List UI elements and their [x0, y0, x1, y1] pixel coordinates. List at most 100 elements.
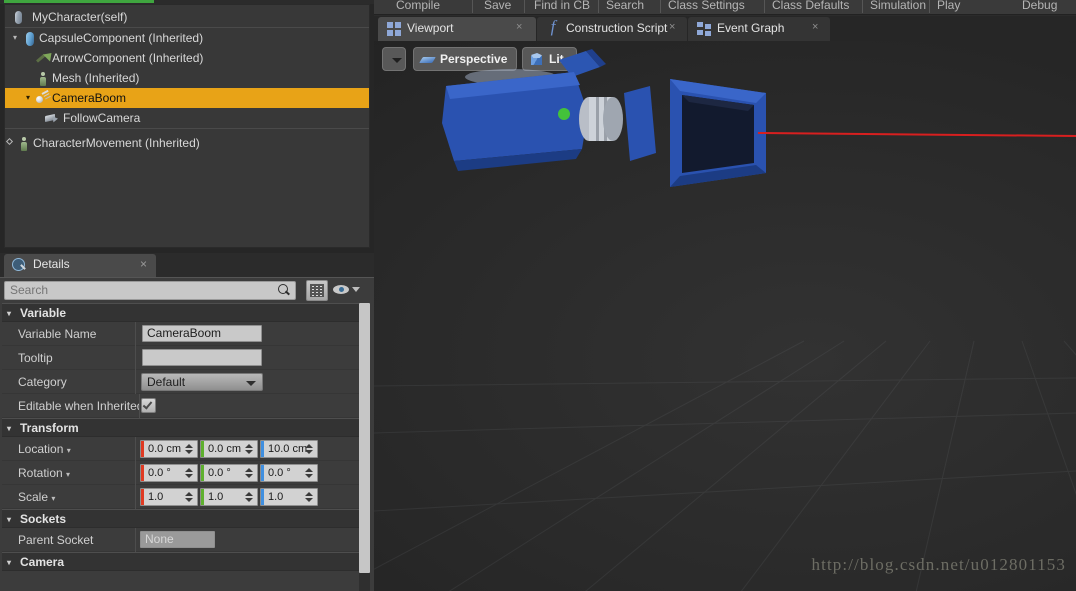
search-icon[interactable]: [278, 284, 291, 297]
spinner-icon[interactable]: [185, 444, 194, 454]
toolbar-divider: [764, 0, 765, 13]
right-panel-column: Compile Save Find in CB Search Class Set…: [374, 0, 1076, 591]
close-icon[interactable]: ×: [812, 21, 818, 33]
value: 0.0 °: [268, 467, 291, 479]
rotation-x-input[interactable]: 0.0 °: [140, 464, 198, 482]
spinner-icon[interactable]: [245, 444, 254, 454]
category-header-variable[interactable]: ▾ Variable: [2, 303, 362, 322]
property-label[interactable]: Location ▾: [18, 437, 136, 461]
axis-x-stripe: [141, 489, 144, 505]
toolbar-button-compile[interactable]: Compile: [396, 0, 440, 14]
chevron-down-icon[interactable]: [352, 287, 360, 292]
axis-y-stripe: [201, 441, 204, 457]
close-icon[interactable]: ×: [669, 21, 675, 33]
search-field-wrapper[interactable]: [4, 281, 296, 300]
rotation-y-input[interactable]: 0.0 °: [200, 464, 258, 482]
toolbar-button-search[interactable]: Search: [606, 0, 644, 14]
tab-construction-script[interactable]: f Construction Script ×: [537, 17, 687, 41]
chevron-down-icon[interactable]: ▾: [67, 446, 71, 455]
column-view-toggle-button[interactable]: [306, 280, 328, 301]
tree-row-label: Mesh (Inherited): [52, 71, 140, 85]
tab-event-graph[interactable]: Event Graph ×: [688, 17, 830, 41]
parent-socket-input[interactable]: None: [140, 531, 215, 548]
inherited-marker-icon: [5, 137, 14, 146]
property-row-parent-socket: Parent Socket None: [2, 528, 362, 552]
tree-row-follow-camera[interactable]: FollowCamera: [5, 108, 369, 129]
property-row-editable-when-inherited: Editable when Inherited: [2, 394, 362, 418]
tree-row-arrow-component[interactable]: ArrowComponent (Inherited): [5, 48, 369, 68]
location-label: Location: [18, 442, 64, 456]
category-header-camera[interactable]: ▾ Camera: [2, 552, 362, 571]
property-label: Editable when Inherited: [18, 399, 140, 413]
value: 0.0 cm: [148, 443, 182, 455]
blueprint-toolbar: Compile Save Find in CB Search Class Set…: [374, 0, 1076, 15]
toolbar-button-class-settings[interactable]: Class Settings: [668, 0, 745, 14]
category-dropdown[interactable]: Default: [141, 373, 263, 391]
event-graph-icon: [697, 22, 712, 36]
property-row-category: Category Default: [2, 370, 362, 394]
visibility-eye-icon[interactable]: [333, 283, 349, 296]
close-icon[interactable]: ×: [516, 21, 522, 33]
tree-row-mesh[interactable]: Mesh (Inherited): [5, 68, 369, 88]
tab-viewport[interactable]: Viewport ×: [378, 17, 536, 41]
property-label[interactable]: Rotation ▾: [18, 461, 136, 485]
property-label[interactable]: Scale ▾: [18, 485, 136, 509]
toolbar-button-debug[interactable]: Debug: [1022, 0, 1057, 14]
tooltip-input[interactable]: [142, 349, 262, 366]
details-scrollbar-thumb[interactable]: [359, 303, 370, 573]
toolbar-button-class-defaults[interactable]: Class Defaults: [772, 0, 849, 14]
editable-when-inherited-checkbox[interactable]: [141, 398, 156, 413]
unreal-blueprint-editor: MyCharacter(self) ▾ CapsuleComponent (In…: [0, 0, 1076, 591]
toolbar-divider: [862, 0, 863, 13]
toolbar-button-save[interactable]: Save: [484, 0, 511, 14]
toolbar-divider: [472, 0, 473, 13]
spinner-icon[interactable]: [185, 492, 194, 502]
rotation-z-input[interactable]: 0.0 °: [260, 464, 318, 482]
details-body: ▾ Variable Variable Name CameraBoom Tool…: [0, 277, 374, 591]
chevron-down-icon[interactable]: ▾: [51, 494, 55, 503]
twisty-expanded-icon: ▾: [7, 515, 12, 524]
axis-z-stripe: [261, 489, 264, 505]
scale-z-input[interactable]: 1.0: [260, 488, 318, 506]
search-input[interactable]: [10, 282, 260, 299]
variable-name-input[interactable]: CameraBoom: [142, 325, 262, 342]
close-icon[interactable]: ×: [140, 257, 147, 271]
components-active-tab-indicator: [4, 0, 154, 3]
spinner-icon[interactable]: [305, 468, 314, 478]
spinner-icon[interactable]: [245, 468, 254, 478]
check-icon: [142, 399, 153, 410]
tree-row-capsule-component[interactable]: ▾ CapsuleComponent (Inherited): [5, 28, 369, 48]
category-label: Variable: [20, 306, 67, 320]
chevron-down-icon[interactable]: ▾: [66, 470, 70, 479]
details-properties-list: ▾ Variable Variable Name CameraBoom Tool…: [2, 303, 362, 591]
location-x-input[interactable]: 0.0 cm: [140, 440, 198, 458]
spinner-icon[interactable]: [245, 492, 254, 502]
viewport-grid-icon: [387, 22, 402, 36]
scale-x-input[interactable]: 1.0: [140, 488, 198, 506]
toolbar-button-play[interactable]: Play: [937, 0, 960, 14]
property-label: Parent Socket: [18, 533, 94, 547]
category-header-transform[interactable]: ▾ Transform: [2, 418, 362, 437]
location-z-input[interactable]: 10.0 cm: [260, 440, 318, 458]
twisty-expanded-icon[interactable]: ▾: [21, 88, 35, 108]
toolbar-button-simulation[interactable]: Simulation: [870, 0, 926, 14]
location-y-input[interactable]: 0.0 cm: [200, 440, 258, 458]
3d-viewport[interactable]: Perspective Lit http://blog.csdn.net/u01…: [374, 41, 1076, 591]
spinner-icon[interactable]: [185, 468, 194, 478]
category-header-sockets[interactable]: ▾ Sockets: [2, 509, 362, 528]
tree-row-camera-boom[interactable]: ▾ CameraBoom: [5, 88, 369, 108]
spinner-icon[interactable]: [305, 492, 314, 502]
tree-row-character-movement[interactable]: CharacterMovement (Inherited): [5, 133, 369, 153]
scale-y-input[interactable]: 1.0: [200, 488, 258, 506]
tree-row-self[interactable]: MyCharacter(self): [5, 7, 369, 28]
tab-details[interactable]: Details ×: [4, 254, 156, 277]
toolbar-divider: [598, 0, 599, 13]
capsule-icon: [22, 31, 37, 46]
toolbar-button-find-in-cb[interactable]: Find in CB: [534, 0, 590, 14]
twisty-expanded-icon[interactable]: ▾: [8, 28, 22, 48]
column-divider: [135, 346, 136, 370]
skeletal-mesh-icon: [35, 71, 50, 86]
axis-x-stripe: [141, 441, 144, 457]
value: 1.0: [148, 491, 164, 503]
spinner-icon[interactable]: [305, 444, 314, 454]
